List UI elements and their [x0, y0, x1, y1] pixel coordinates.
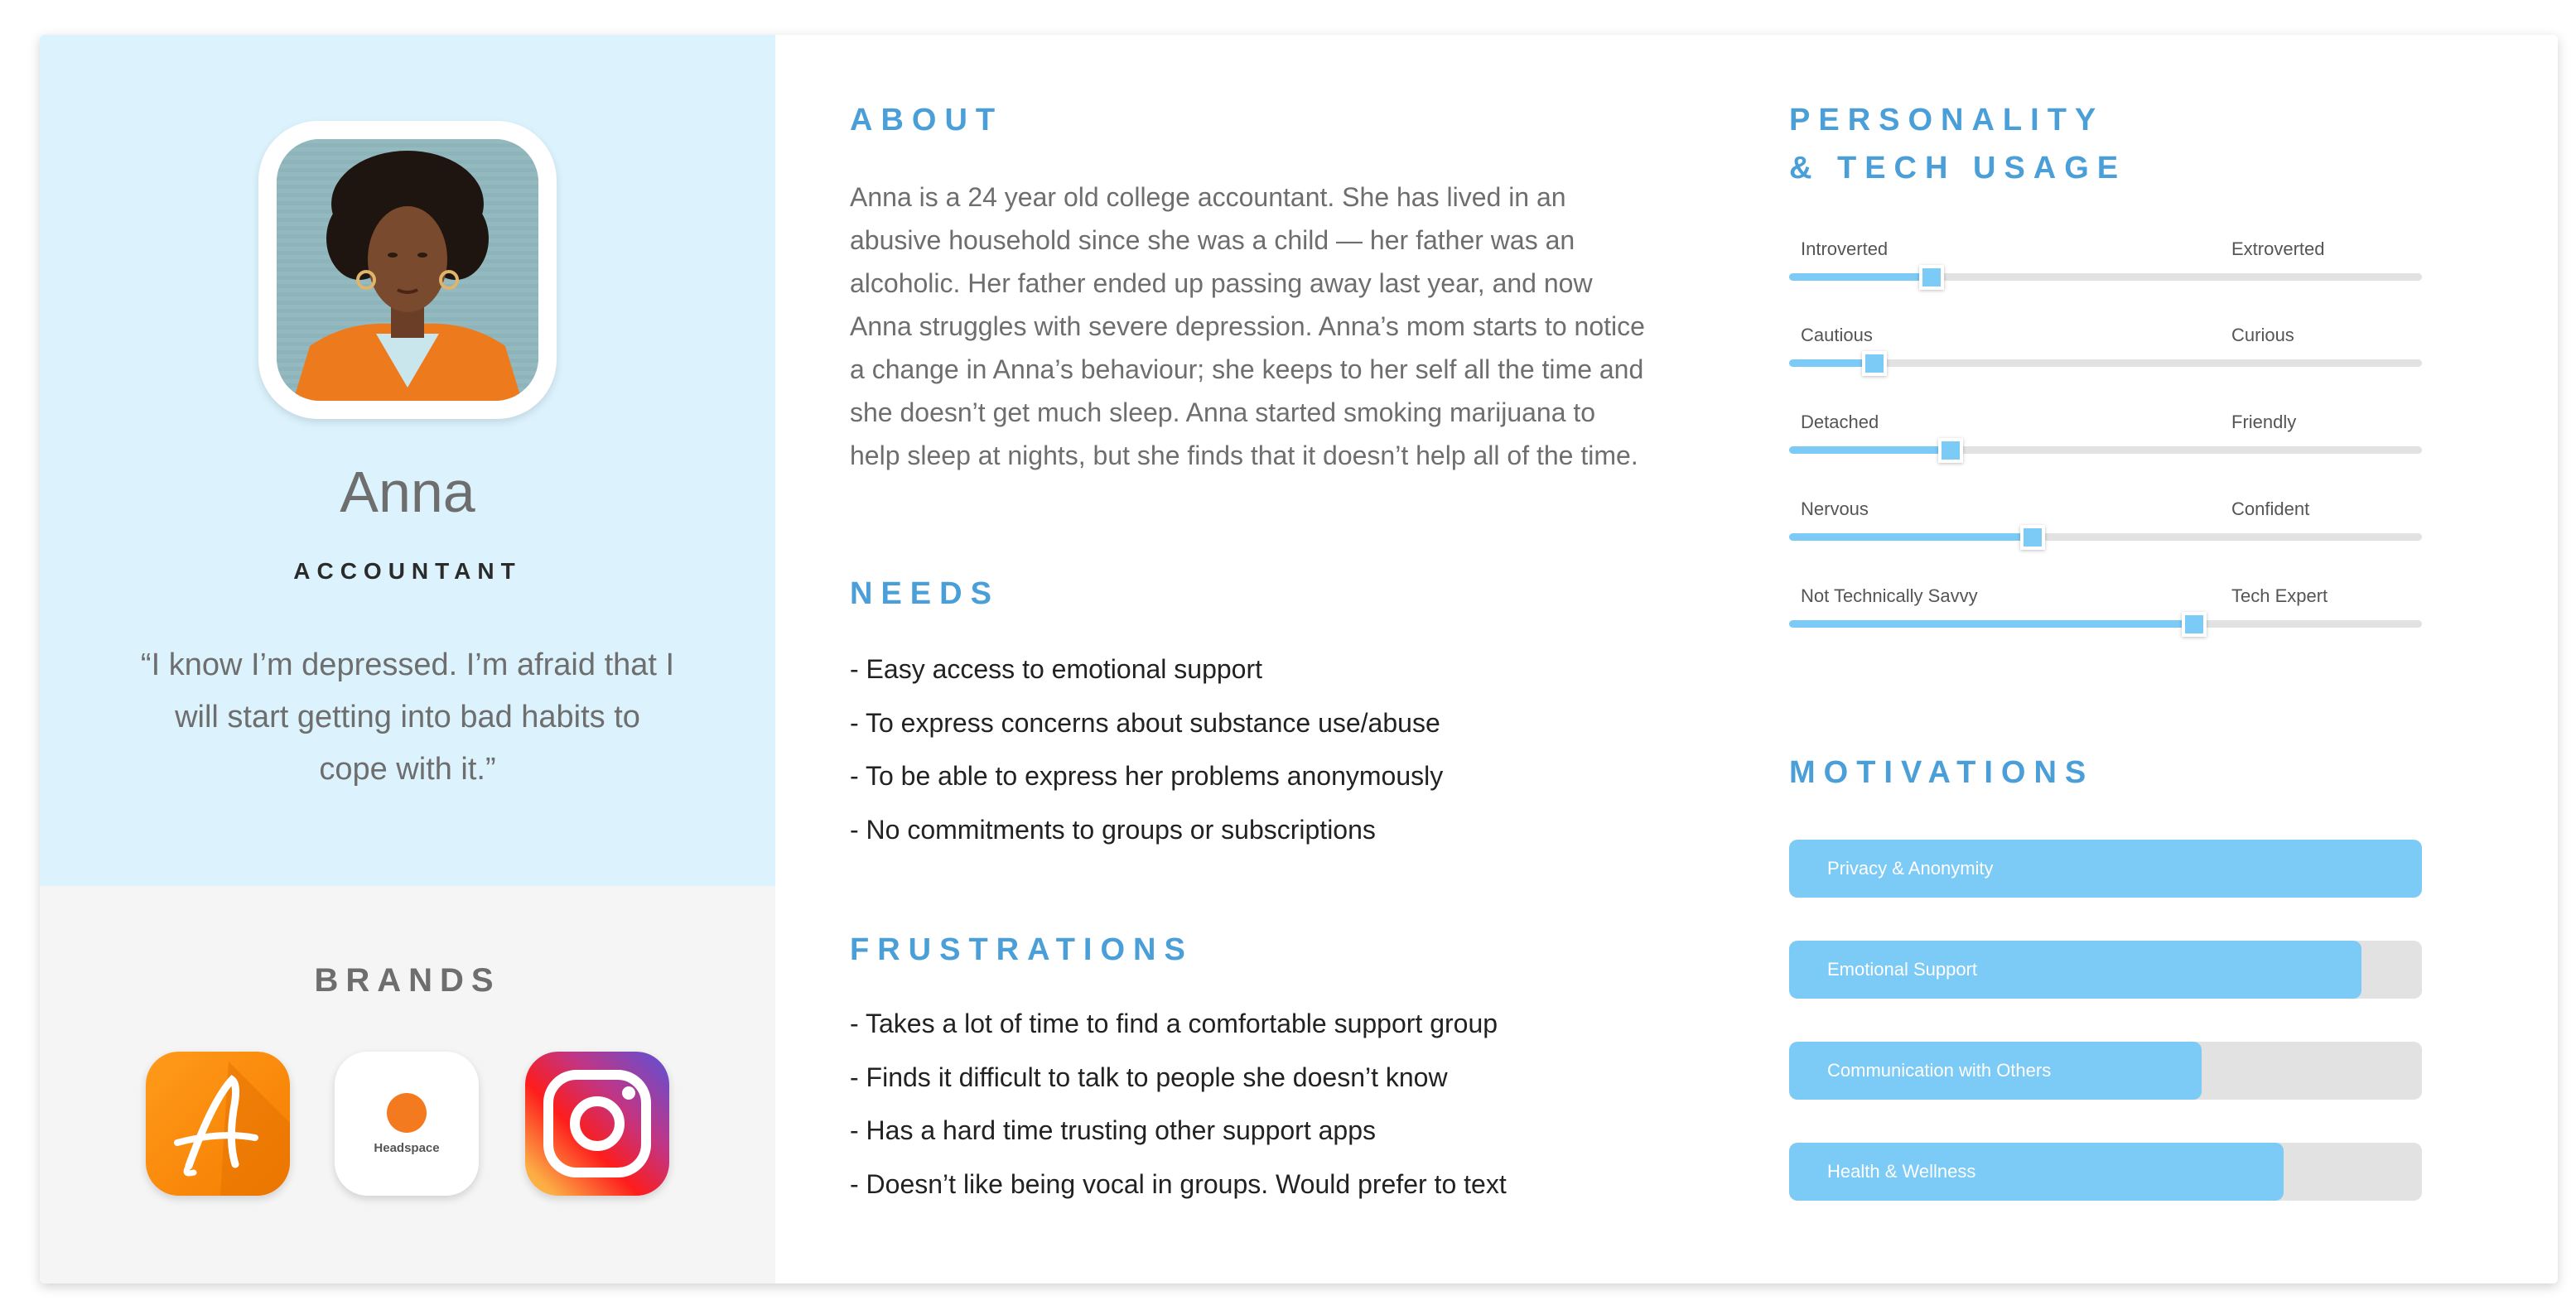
list-item: - No commitments to groups or subscripti…: [850, 814, 1376, 845]
frustrations-list: - Takes a lot of time to find a comforta…: [850, 997, 1645, 1211]
A-letter-app-icon[interactable]: [146, 1052, 290, 1196]
list-item: - Has a hard time trusting other support…: [850, 1115, 1376, 1145]
brands-panel: BRANDS Headspace: [40, 886, 775, 1283]
trait-slider-cautious-curious[interactable]: Cautious Curious: [1789, 325, 2422, 376]
list-item: - Finds it difficult to talk to people s…: [850, 1062, 1448, 1092]
trait-slider-nervous-confident[interactable]: Nervous Confident: [1789, 498, 2422, 550]
slider-knob[interactable]: [2182, 612, 2207, 637]
slider-track: [1789, 265, 2422, 290]
slider-fill: [1789, 359, 1872, 367]
personality-title: PERSONALITY & TECH USAGE: [1789, 96, 2126, 192]
motivation-label: Health & Wellness: [1827, 1161, 1976, 1182]
frustrations-title: FRUSTRATIONS: [850, 932, 1194, 967]
slider-track: [1789, 438, 2422, 463]
needs-title: NEEDS: [850, 576, 1000, 611]
motivations-title: MOTIVATIONS: [1789, 755, 2095, 790]
trait-slider-introverted-extroverted[interactable]: Introverted Extroverted: [1789, 238, 2422, 290]
list-item: - Easy access to emotional support: [850, 654, 1263, 684]
headspace-icon[interactable]: Headspace: [335, 1052, 479, 1196]
slider-fill: [1789, 533, 2030, 541]
motivation-bar-health: Health & Wellness: [1789, 1143, 2422, 1201]
slider-fill: [1789, 273, 1929, 281]
slider-track: [1789, 525, 2422, 550]
slider-knob[interactable]: [1938, 438, 1963, 463]
slider-knob[interactable]: [2020, 525, 2046, 550]
motivation-bar-communication: Communication with Others: [1789, 1042, 2422, 1100]
persona-name: Anna: [340, 460, 475, 524]
trait-right-label: Tech Expert: [2231, 585, 2328, 606]
avatar-photo: [277, 139, 538, 401]
persona-role: ACCOUNTANT: [293, 558, 522, 584]
motivation-label: Privacy & Anonymity: [1827, 858, 1994, 879]
trait-left-label: Nervous: [1801, 498, 1869, 519]
about-title: ABOUT: [850, 103, 1004, 137]
avatar: [258, 121, 557, 419]
list-item: - Doesn’t like being vocal in groups. Wo…: [850, 1168, 1507, 1199]
motivation-label: Communication with Others: [1827, 1060, 2052, 1081]
list-item: - To be able to express her problems ano…: [850, 761, 1444, 791]
needs-list: - Easy access to emotional support - To …: [850, 643, 1645, 856]
portrait-image: [277, 139, 538, 401]
trait-right-label: Curious: [2231, 325, 2294, 345]
about-text: Anna is a 24 year old college accountant…: [850, 182, 1645, 470]
motivation-bar-emotional-support: Emotional Support: [1789, 941, 2422, 999]
list-item: - Takes a lot of time to find a comforta…: [850, 1009, 1498, 1038]
slider-knob[interactable]: [1919, 265, 1945, 290]
slider-knob[interactable]: [1862, 351, 1888, 376]
trait-left-label: Introverted: [1801, 238, 1889, 259]
instagram-icon[interactable]: [525, 1052, 669, 1196]
trait-right-label: Extroverted: [2231, 238, 2325, 259]
slider-track: [1789, 612, 2422, 637]
persona-card: Anna ACCOUNTANT “I know I’m depressed. I…: [40, 35, 2558, 1283]
persona-quote: “I know I’m depressed. I’m afraid that I…: [140, 648, 675, 787]
slider-fill: [1789, 446, 1947, 454]
instagram-camera-icon: [543, 1070, 651, 1177]
list-item: - To express concerns about substance us…: [850, 707, 1440, 738]
personality-title-line1: PERSONALITY: [1789, 103, 2105, 137]
slider-fill: [1789, 620, 2192, 628]
personality-title-line2: & TECH USAGE: [1789, 151, 2127, 185]
trait-right-label: Friendly: [2231, 412, 2297, 432]
script-a-icon: [174, 1062, 290, 1196]
slider-track: [1789, 351, 2422, 376]
headspace-dot-icon: [387, 1093, 427, 1133]
trait-left-label: Cautious: [1801, 325, 1873, 345]
trait-left-label: Detached: [1801, 412, 1879, 432]
motivation-bar-privacy: Privacy & Anonymity: [1789, 840, 2422, 898]
headspace-label: Headspace: [374, 1141, 440, 1155]
trait-right-label: Confident: [2231, 498, 2310, 519]
trait-slider-detached-friendly[interactable]: Detached Friendly: [1789, 412, 2422, 463]
brands-title: BRANDS: [314, 962, 501, 999]
trait-slider-tech-savvy[interactable]: Not Technically Savvy Tech Expert: [1789, 585, 2422, 637]
profile-panel: Anna ACCOUNTANT “I know I’m depressed. I…: [40, 35, 775, 886]
motivation-label: Emotional Support: [1827, 959, 1977, 980]
trait-left-label: Not Technically Savvy: [1801, 585, 1978, 606]
